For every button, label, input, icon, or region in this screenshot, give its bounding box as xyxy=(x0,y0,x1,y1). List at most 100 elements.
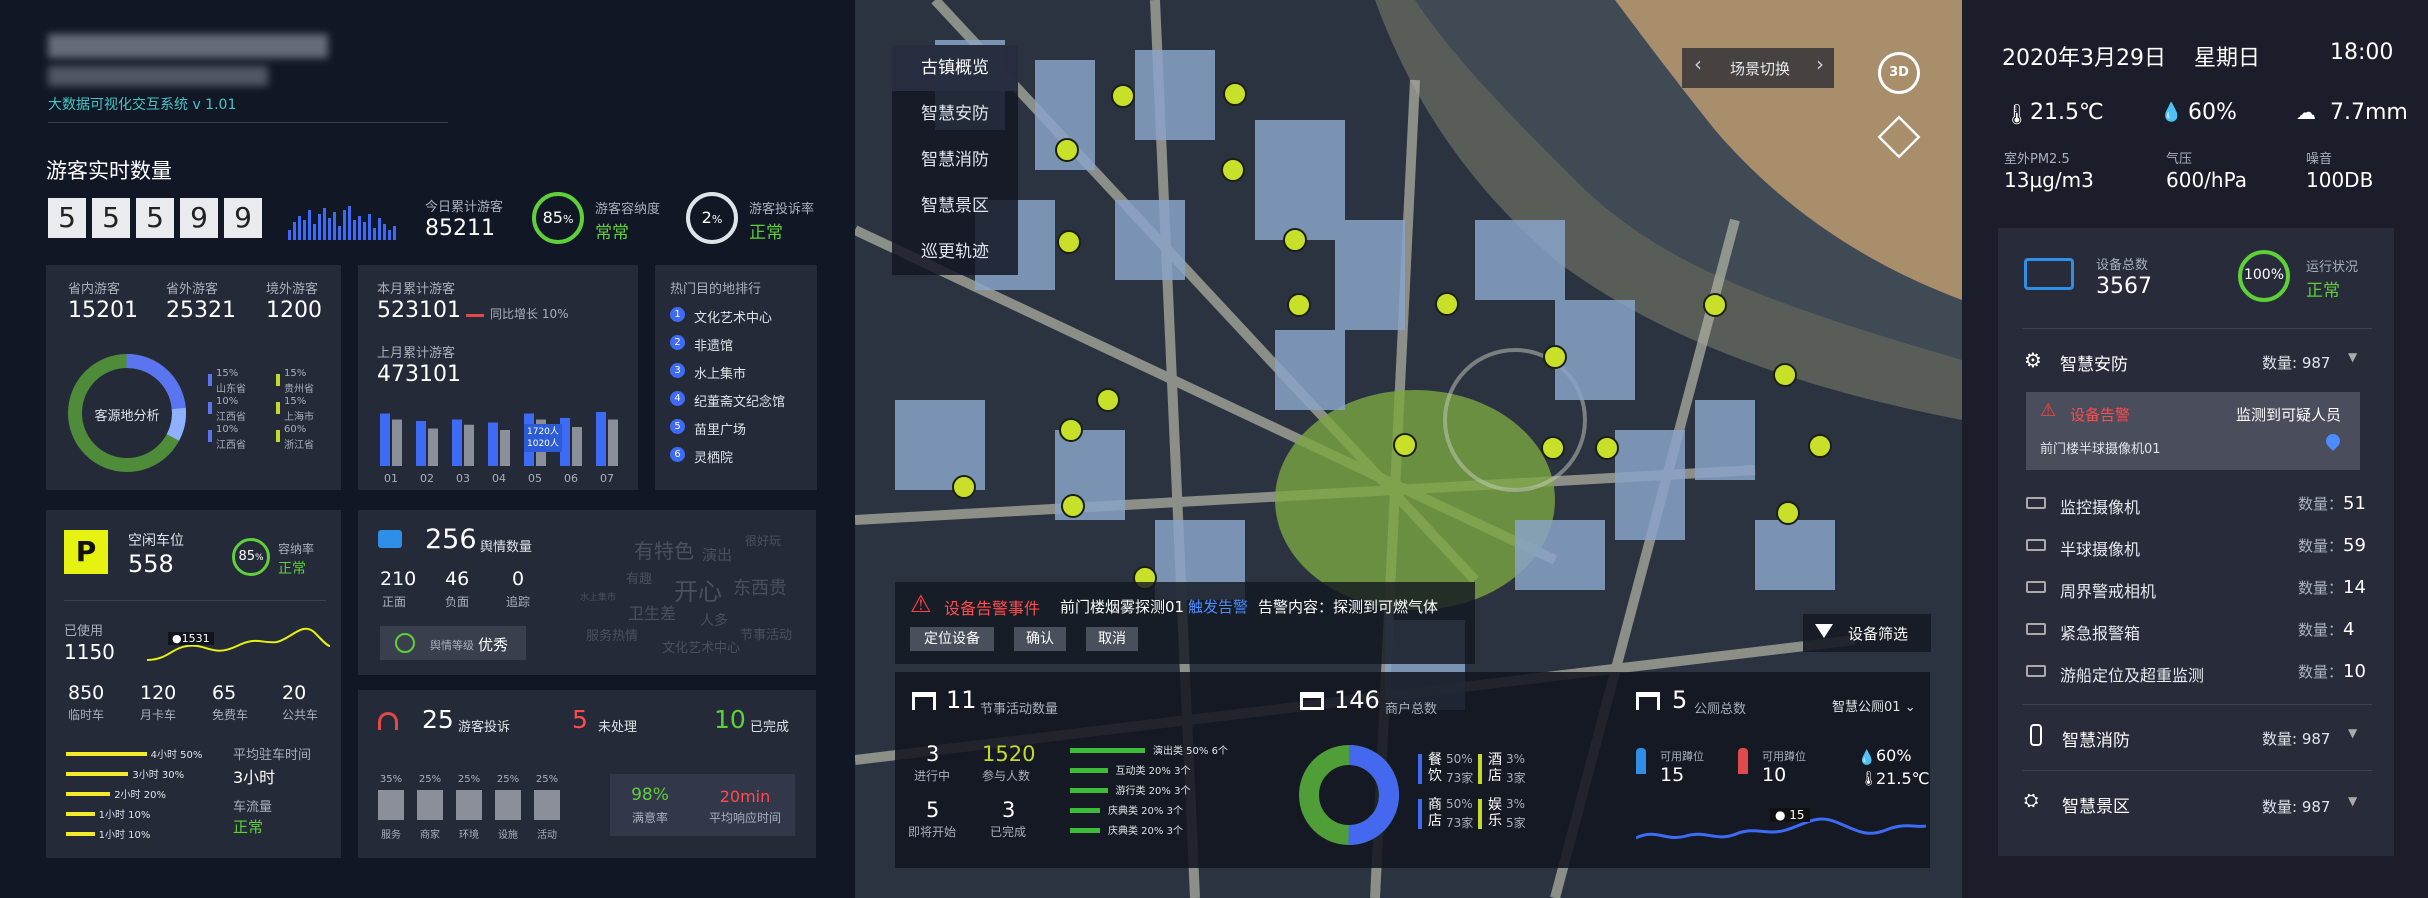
chevron-down-icon[interactable]: ▼ xyxy=(2348,794,2357,808)
count-prefix: 数量： xyxy=(2298,663,2344,681)
x-tick-label: 07 xyxy=(600,472,614,485)
menu-fire[interactable]: 智慧消防 xyxy=(892,137,1018,183)
locate-button[interactable]: 定位设备 xyxy=(910,627,994,651)
upcoming-label: 即将开始 xyxy=(908,825,957,839)
devices-value: 3567 xyxy=(2096,274,2152,299)
count-value: 59 xyxy=(2343,535,2366,556)
legend-name: 上海市 xyxy=(284,412,314,423)
sentiment-count: 256 xyxy=(425,524,477,555)
finished-label: 已完成 xyxy=(990,825,1027,839)
cloud-word: 演出 xyxy=(702,546,733,564)
merchant-pct: 50% xyxy=(1446,797,1473,811)
pos-value: 210 xyxy=(380,568,417,590)
merchant-donut xyxy=(1299,745,1399,845)
peak-value: 1531 xyxy=(181,632,210,645)
legend-name: 山东省 xyxy=(216,384,246,395)
parking-divider xyxy=(64,600,326,601)
devices-label: 设备总数 xyxy=(2096,258,2149,273)
bar-series-b xyxy=(428,428,438,466)
map-menu: 古镇概览 智慧安防 智慧消防 智慧景区 巡更轨迹 xyxy=(892,45,1018,275)
hot-item: 文化艺术中心 xyxy=(694,311,773,326)
growth-icon xyxy=(466,303,484,317)
legend-pct: 15% xyxy=(284,368,307,379)
event-type-bar xyxy=(1070,788,1108,793)
chevron-down-icon[interactable]: ▼ xyxy=(2348,350,2357,364)
menu-patrol[interactable]: 巡更轨迹 xyxy=(892,229,1018,275)
pm-label: 室外PM2.5 xyxy=(2004,152,2070,167)
visitor-sparkbars xyxy=(288,206,396,240)
duration-label: 1小时 10% xyxy=(98,810,151,821)
scene-next-button[interactable]: › xyxy=(1810,52,1830,84)
capacity-pct-value: 85 xyxy=(542,208,563,227)
female-icon xyxy=(1738,748,1748,774)
used-label: 已使用 xyxy=(64,624,104,639)
complaint-bar xyxy=(456,790,482,820)
count-prefix: 数量： xyxy=(2298,579,2344,597)
menu-scenic[interactable]: 智慧景区 xyxy=(892,183,1018,229)
x-tick-label: 04 xyxy=(492,472,506,485)
event-type-label: 游行类 20% 3个 xyxy=(1115,786,1191,797)
toilet-label: 公厕总数 xyxy=(1694,702,1747,717)
camera-icon xyxy=(2026,665,2046,677)
3d-view-icon[interactable]: 3D xyxy=(1878,52,1920,94)
blurred-subtitle xyxy=(48,66,268,86)
event-type-bar xyxy=(1070,828,1100,833)
humidity-value: 60% xyxy=(2188,100,2237,125)
scene-prev-button[interactable]: ‹ xyxy=(1688,52,1708,84)
count-value: 51 xyxy=(2343,493,2366,514)
wave-tip: ● 15 xyxy=(1770,808,1810,822)
cloud-word: 开心 xyxy=(674,578,722,606)
alarm-title: 设备告警 xyxy=(2070,406,2131,424)
visitor-digit: 5 xyxy=(136,198,174,238)
in-province-value: 15201 xyxy=(68,298,138,323)
headset-icon xyxy=(378,712,398,730)
thermometer-icon: 🌡 xyxy=(2004,102,2030,126)
done-label: 已完成 xyxy=(750,720,790,735)
legend-pct: 15% xyxy=(216,368,239,379)
events-count: 11 xyxy=(946,686,977,714)
finished-value: 3 xyxy=(1002,798,1016,822)
complaints-label: 游客投诉 xyxy=(458,720,511,735)
tooltip-line: 1020人 xyxy=(527,439,559,449)
x-tick-label: 05 xyxy=(528,472,542,485)
device-item-count: 数量：4 xyxy=(2298,619,2354,640)
cancel-button[interactable]: 取消 xyxy=(1086,627,1138,651)
complaint-bar xyxy=(534,790,560,820)
device-item-name: 游船定位及超重监测 xyxy=(2060,666,2205,685)
spark-bar xyxy=(368,214,371,240)
chevron-down-icon[interactable]: ▼ xyxy=(2348,726,2357,740)
fire-count: 数量: 987 xyxy=(2262,730,2331,748)
complaint-pct: 25% xyxy=(496,774,520,785)
alert-trigger[interactable]: 触发告警 xyxy=(1188,596,1248,617)
merchant-name: 娱乐 xyxy=(1488,797,1502,829)
duration-bar xyxy=(66,792,111,796)
menu-security[interactable]: 智慧安防 xyxy=(892,91,1018,137)
filter-label[interactable]: 设备筛选 xyxy=(1848,623,1908,644)
extinguisher-icon xyxy=(2030,724,2042,746)
neg-label: 负面 xyxy=(445,595,470,609)
legend-name: 贵州省 xyxy=(284,384,314,395)
confirm-button[interactable]: 确认 xyxy=(1014,627,1066,651)
scene-switch-label[interactable]: 场景切换 xyxy=(1730,58,1790,79)
scenic-title: 智慧景区 xyxy=(2062,797,2130,817)
peak-badge: ●1531 xyxy=(168,632,214,645)
capacity-label: 游客容纳度 xyxy=(595,202,661,217)
satisfaction-value: 98% xyxy=(631,785,669,805)
hot-item: 非遗馆 xyxy=(694,339,734,354)
menu-overview[interactable]: 古镇概览 xyxy=(892,45,1018,91)
visitors-title: 游客实时数量 xyxy=(46,159,172,183)
chevron-down-icon: ⌄ xyxy=(1904,700,1916,715)
cloud-word: 水上集市 xyxy=(580,593,617,603)
merchant-name: 酒店 xyxy=(1488,752,1502,784)
divider-3 xyxy=(2022,770,2372,771)
legend-swatch xyxy=(276,402,280,414)
device-item-count: 数量：10 xyxy=(2298,661,2366,682)
toilet-select[interactable]: 智慧公厕01 ⌄ xyxy=(1832,696,1916,715)
level-label: 舆情等级 xyxy=(430,639,474,652)
legend-swatch xyxy=(208,430,212,442)
merchant-swatch xyxy=(1418,799,1422,829)
camera-icon xyxy=(2026,581,2046,593)
toilet-temp: 21.5℃ xyxy=(1876,769,1930,788)
merchant-num: 3家 xyxy=(1506,771,1526,785)
hot-title: 热门目的地排行 xyxy=(670,282,762,297)
